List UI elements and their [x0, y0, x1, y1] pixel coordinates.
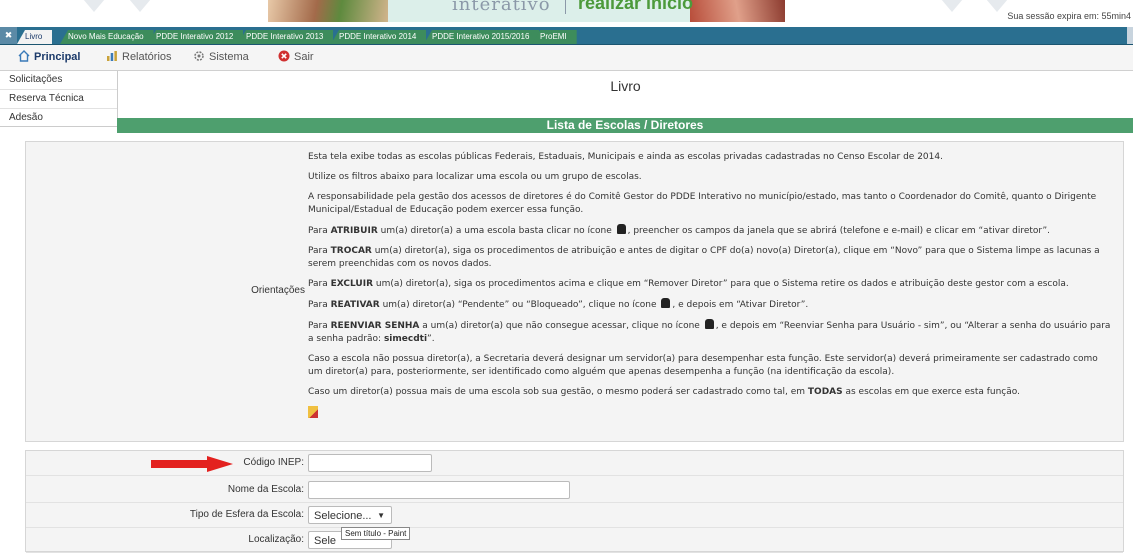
top-banner: interativo realizar inicio Sua sessão ex… [0, 0, 1133, 27]
text-span: um(a) diretor(a) a uma escola basta clic… [377, 226, 615, 236]
menu-principal-label: Principal [34, 51, 81, 63]
menu-sistema-label: Sistema [209, 51, 249, 63]
text-span: Para [308, 226, 331, 236]
banner-logo-tagline: realizar inicio [578, 0, 694, 13]
bold-span: TROCAR [330, 246, 372, 256]
text-span: Para [308, 300, 331, 310]
menu-sair[interactable]: Sair [278, 50, 314, 63]
main-menu-bar: Principal Relatórios Sistema Sair [0, 45, 1133, 71]
banner-logo-interativo: interativo [452, 0, 551, 15]
module-tab-bar: ✖ Livro Novo Mais Educação PDDE Interati… [0, 27, 1133, 45]
text-span: Para [308, 279, 331, 289]
tab-pdde-2013[interactable]: PDDE Interativo 2013 [238, 30, 334, 44]
tab-bar-edge [1127, 27, 1133, 44]
person-icon [616, 224, 626, 234]
orientations-text: Esta tela exibe todas as escolas pública… [308, 151, 1113, 430]
orientation-paragraph: Para TROCAR um(a) diretor(a), siga os pr… [308, 245, 1113, 271]
text-span: ”. [427, 334, 435, 344]
bold-span: ATRIBUIR [330, 226, 378, 236]
gear-icon [194, 51, 204, 61]
exit-icon [278, 50, 290, 62]
banner-chevron [118, 0, 162, 12]
sidebar: Solicitações Reserva Técnica Adesão [0, 71, 118, 127]
text-span: , e depois em “Ativar Diretor”. [672, 300, 809, 310]
text-span: um(a) diretor(a) “Pendente” ou “Bloquead… [379, 300, 660, 310]
orientation-paragraph: Para REENVIAR SENHA a um(a) diretor(a) q… [308, 319, 1113, 346]
section-title: Lista de Escolas / Diretores [117, 118, 1133, 133]
text-span: Caso um diretor(a) possua mais de uma es… [308, 387, 808, 397]
bold-span: REATIVAR [330, 300, 380, 310]
form-row-esfera: Tipo de Esfera da Escola: Selecione... ▼ [26, 503, 1123, 528]
menu-principal[interactable]: Principal [18, 50, 80, 63]
tipo-esfera-select[interactable]: Selecione... ▼ [308, 506, 392, 524]
edit-row [308, 406, 1113, 423]
banner-chevron [72, 0, 116, 12]
menu-relatorios-label: Relatórios [122, 51, 172, 63]
menu-relatorios[interactable]: Relatórios [106, 50, 172, 63]
orientation-paragraph: Para ATRIBUIR um(a) diretor(a) a uma esc… [308, 224, 1113, 238]
orientation-paragraph: Caso um diretor(a) possua mais de uma es… [308, 386, 1113, 399]
page-title: Livro [610, 78, 641, 94]
form-row-nome: Nome da Escola: [26, 478, 1123, 503]
bold-span: REENVIAR SENHA [330, 321, 420, 331]
tab-pdde-2012[interactable]: PDDE Interativo 2012 [148, 30, 244, 44]
bold-span: EXCLUIR [330, 279, 373, 289]
collapse-icon[interactable]: ✖ [0, 27, 17, 44]
menu-sistema[interactable]: Sistema [193, 50, 249, 63]
text-span: Para [308, 321, 331, 331]
text-span: um(a) diretor(a), siga os procedimentos … [373, 279, 1069, 289]
red-arrow-annotation [151, 456, 233, 472]
text-span: a um(a) diretor(a) que não consegue aces… [419, 321, 703, 331]
orientation-paragraph: Caso a escola não possua diretor(a), a S… [308, 354, 1098, 377]
report-icon [107, 51, 117, 61]
session-timer: Sua sessão expira em: 55min4 [1007, 11, 1131, 21]
bold-span: TODAS [807, 387, 843, 397]
tipo-esfera-label: Tipo de Esfera da Escola: [189, 509, 304, 520]
nome-escola-input[interactable] [308, 481, 570, 499]
default-password: simecdti [383, 334, 428, 344]
sidebar-item-adesao[interactable]: Adesão [0, 109, 117, 127]
chevron-down-icon: ▼ [377, 511, 385, 520]
text-span: as escolas em que exerce esta função. [842, 387, 1020, 397]
taskbar-tooltip: Sem título - Paint [341, 527, 411, 540]
tab-livro[interactable]: Livro [17, 30, 53, 44]
text-span: , preencher os campos da janela que se a… [627, 226, 1051, 236]
orientation-paragraph: Esta tela exibe todas as escolas pública… [308, 152, 943, 162]
person-icon [661, 298, 671, 308]
localizacao-label: Localização: [248, 534, 304, 545]
tipo-esfera-value: Selecione... [314, 510, 372, 522]
tab-pdde-2015-2016[interactable]: PDDE Interativo 2015/2016 [424, 30, 540, 44]
sidebar-item-solicitacoes[interactable]: Solicitações [0, 71, 117, 90]
sidebar-item-reserva-tecnica[interactable]: Reserva Técnica [0, 90, 117, 109]
person-icon [704, 319, 714, 329]
orientation-paragraph: A responsabilidade pela gestão dos acess… [308, 192, 1097, 215]
nome-escola-label: Nome da Escola: [227, 484, 304, 495]
text-span: Para [308, 246, 331, 256]
orientation-paragraph: Utilize os filtros abaixo para localizar… [308, 172, 642, 182]
form-row-localizacao: Localização: Sele [26, 528, 1123, 553]
orientations-label: Orientações [251, 285, 305, 296]
banner-photo-left [268, 0, 388, 22]
tab-pdde-2014[interactable]: PDDE Interativo 2014 [331, 30, 427, 44]
tab-novo-mais-educacao[interactable]: Novo Mais Educação [60, 30, 154, 44]
codigo-inep-input[interactable] [308, 454, 432, 472]
banner-chevron [930, 0, 974, 12]
text-span: um(a) diretor(a), siga os procedimentos … [308, 246, 1100, 269]
banner-logo-separator [565, 0, 566, 14]
menu-sair-label: Sair [294, 51, 314, 63]
home-icon [18, 50, 30, 62]
orientations-panel: Orientações Esta tela exibe todas as esc… [25, 141, 1124, 442]
banner-photo-right [690, 0, 785, 22]
pencil-icon[interactable] [308, 406, 318, 418]
orientation-paragraph: Para EXCLUIR um(a) diretor(a), siga os p… [308, 278, 1113, 291]
orientation-paragraph: Para REATIVAR um(a) diretor(a) “Pendente… [308, 298, 1113, 312]
